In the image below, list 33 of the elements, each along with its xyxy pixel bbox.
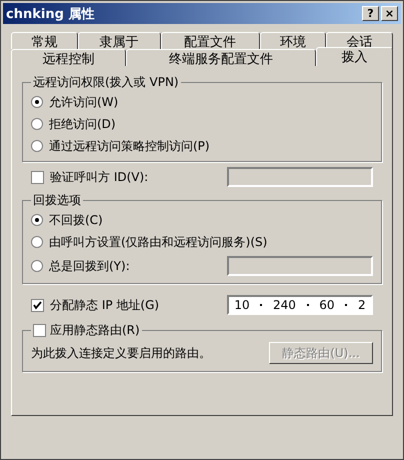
tab[interactable]: 环境 bbox=[260, 32, 326, 49]
tab[interactable]: 远程控制 bbox=[11, 49, 126, 66]
description-text: 为此拨入连接定义要启用的路由。 bbox=[31, 344, 211, 362]
option-label: 应用静态路由(R) bbox=[50, 322, 140, 339]
group-title: 回拨选项 bbox=[33, 192, 81, 209]
group-title: 远程访问权限(拨入或 VPN) bbox=[33, 74, 179, 91]
option-label: 由呼叫方设置(仅路由和远程访问服务)(S) bbox=[49, 234, 268, 250]
tab[interactable]: 常规 bbox=[11, 32, 78, 49]
radio-button[interactable] bbox=[31, 260, 43, 272]
input-field[interactable] bbox=[227, 256, 373, 276]
radio-button[interactable] bbox=[31, 140, 43, 152]
checkbox[interactable] bbox=[33, 324, 46, 337]
option-label: 分配静态 IP 地址(G) bbox=[50, 296, 160, 314]
checkbox[interactable] bbox=[31, 298, 44, 312]
help-button[interactable]: ? bbox=[362, 6, 379, 21]
tab[interactable]: 终端服务配置文件 bbox=[126, 49, 316, 66]
radio-button[interactable] bbox=[31, 236, 43, 248]
option-label: 拒绝访问(D) bbox=[49, 116, 116, 132]
tab[interactable]: 配置文件 bbox=[160, 32, 260, 49]
radio-button[interactable] bbox=[31, 118, 43, 130]
ip-address-field[interactable]: 10 240 60 2 bbox=[227, 295, 373, 315]
checkbox[interactable] bbox=[31, 170, 44, 184]
close-button[interactable]: × bbox=[381, 6, 398, 21]
option-label: 验证呼叫方 ID(V): bbox=[50, 168, 148, 186]
window-title: chnking 属性 bbox=[6, 6, 94, 22]
option-label: 允许访问(W) bbox=[49, 94, 118, 110]
option-label: 总是回拨到(Y): bbox=[49, 258, 130, 274]
tab[interactable]: 隶属于 bbox=[78, 32, 161, 49]
tab[interactable]: 拨入 bbox=[316, 47, 393, 66]
option-label: 通过远程访问策略控制访问(P) bbox=[49, 138, 210, 154]
radio-button[interactable] bbox=[31, 96, 43, 108]
option-label: 不回拨(C) bbox=[49, 212, 103, 228]
radio-button[interactable] bbox=[31, 214, 43, 226]
